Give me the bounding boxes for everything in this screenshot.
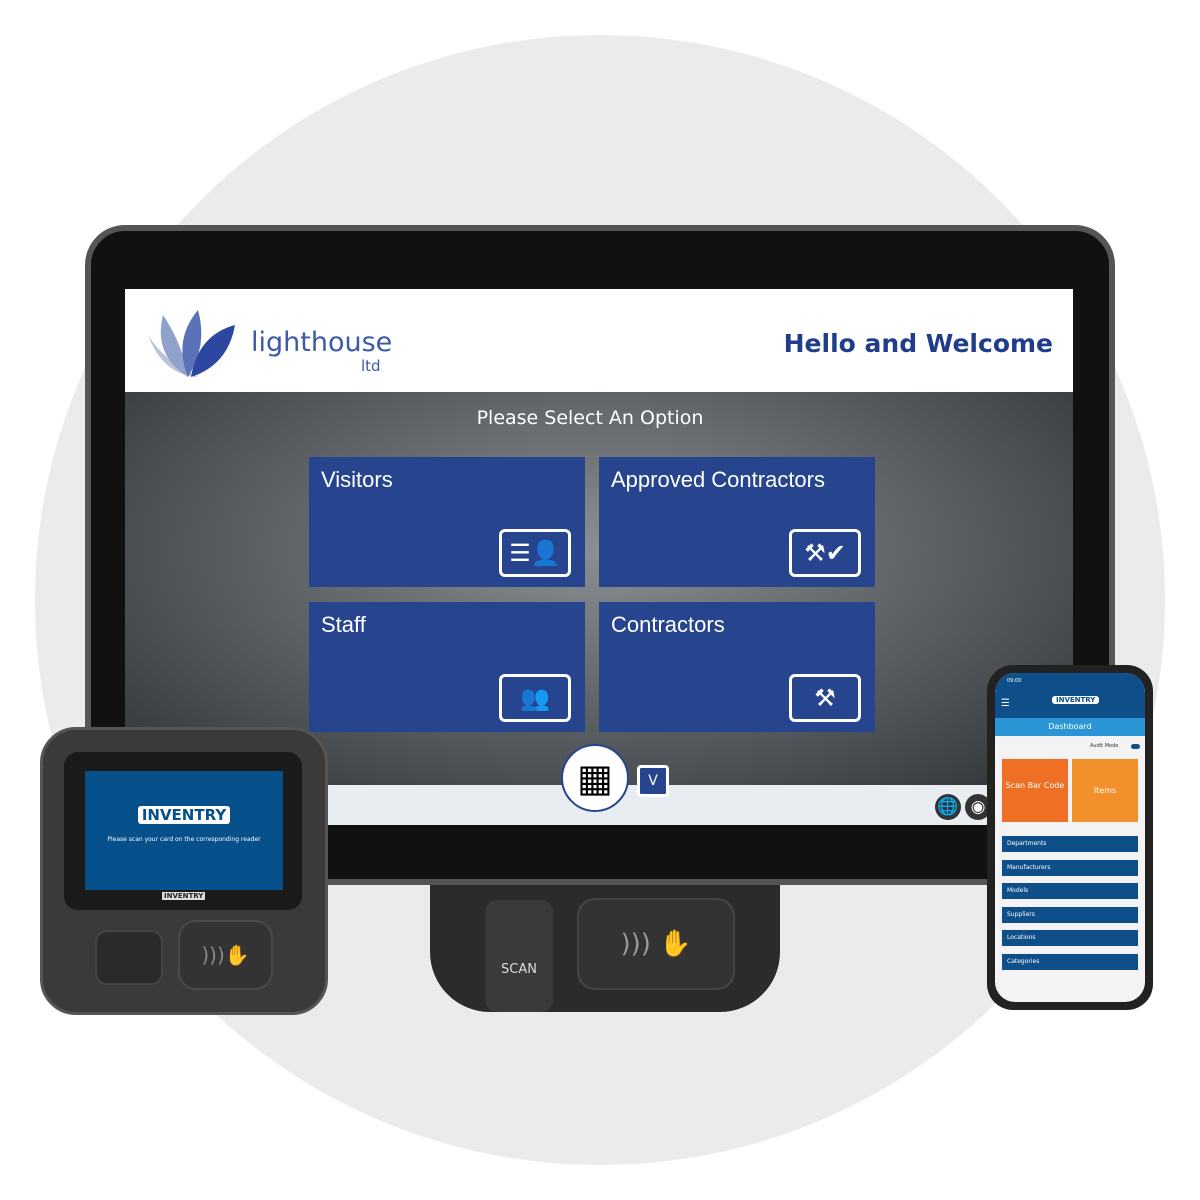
hamburger-menu-icon[interactable]: ☰ bbox=[1001, 698, 1010, 709]
reader-screen: INVENTRY Please scan your card on the co… bbox=[85, 771, 283, 890]
tile-staff[interactable]: Staff 👥 bbox=[309, 602, 585, 732]
brand-suffix: ltd bbox=[361, 357, 381, 375]
tile-label: Staff bbox=[321, 612, 366, 637]
tile-contractors[interactable]: Contractors ⚒ bbox=[599, 602, 875, 732]
menu-departments[interactable]: Departments bbox=[1002, 836, 1138, 852]
lighthouse-logo-icon bbox=[148, 310, 235, 377]
tile-label: Visitors bbox=[321, 467, 393, 492]
inventry-logo: INVENTRY bbox=[137, 806, 231, 824]
items-tile[interactable]: Items bbox=[1072, 759, 1138, 822]
phone-screen: 09:00 ☰ INVENTRY Dashboard Audit Mode Sc… bbox=[995, 673, 1145, 1002]
id-card-icon: ☰👤 bbox=[499, 529, 571, 577]
inventry-badge-icon: V bbox=[637, 765, 669, 797]
menu-manufacturers[interactable]: Manufacturers bbox=[1002, 860, 1138, 876]
language-globe-icon[interactable]: 🌐 bbox=[935, 794, 961, 820]
contactless-icon: ))) ✋ bbox=[620, 929, 692, 959]
contactless-icon: )))✋ bbox=[178, 920, 273, 990]
scan-label: SCAN bbox=[501, 962, 537, 977]
qr-scanner: SCAN bbox=[485, 900, 553, 1012]
tile-approved-contractors[interactable]: Approved Contractors ⚒✔ bbox=[599, 457, 875, 587]
tools-check-icon: ⚒✔ bbox=[789, 529, 861, 577]
audit-mode-toggle[interactable] bbox=[1131, 744, 1140, 749]
dashboard-title: Dashboard bbox=[995, 718, 1145, 736]
brand-name: lighthouse bbox=[251, 327, 393, 358]
status-time: 09:00 bbox=[1007, 678, 1022, 684]
menu-locations[interactable]: Locations bbox=[1002, 930, 1138, 946]
inventry-logo: INVENTRY bbox=[1052, 696, 1100, 704]
welcome-heading: Hello and Welcome bbox=[783, 329, 1053, 358]
reader-camera bbox=[95, 930, 163, 985]
menu-suppliers[interactable]: Suppliers bbox=[1002, 907, 1138, 923]
reader-brand: INVENTRY bbox=[162, 892, 206, 900]
menu-models[interactable]: Models bbox=[1002, 883, 1138, 899]
qr-code-icon: ▦ bbox=[577, 756, 613, 800]
prompt-text: Please Select An Option bbox=[476, 407, 704, 429]
tile-label: Approved Contractors bbox=[611, 467, 825, 492]
reader-message: Please scan your card on the correspondi… bbox=[107, 836, 261, 843]
tools-icon: ⚒ bbox=[789, 674, 861, 722]
nfc-reader: ))) ✋ bbox=[577, 898, 735, 990]
tile-label: Contractors bbox=[611, 612, 725, 637]
kiosk-header: lighthouse ltd Hello and Welcome bbox=[125, 289, 1073, 392]
qr-code-button[interactable]: ▦ bbox=[561, 744, 629, 812]
group-icon: 👥 bbox=[499, 674, 571, 722]
audit-mode-label: Audit Mode bbox=[1090, 743, 1119, 749]
scan-bar-code-tile[interactable]: Scan Bar Code bbox=[1002, 759, 1068, 822]
tile-visitors[interactable]: Visitors ☰👤 bbox=[309, 457, 585, 587]
menu-categories[interactable]: Categories bbox=[1002, 954, 1138, 970]
